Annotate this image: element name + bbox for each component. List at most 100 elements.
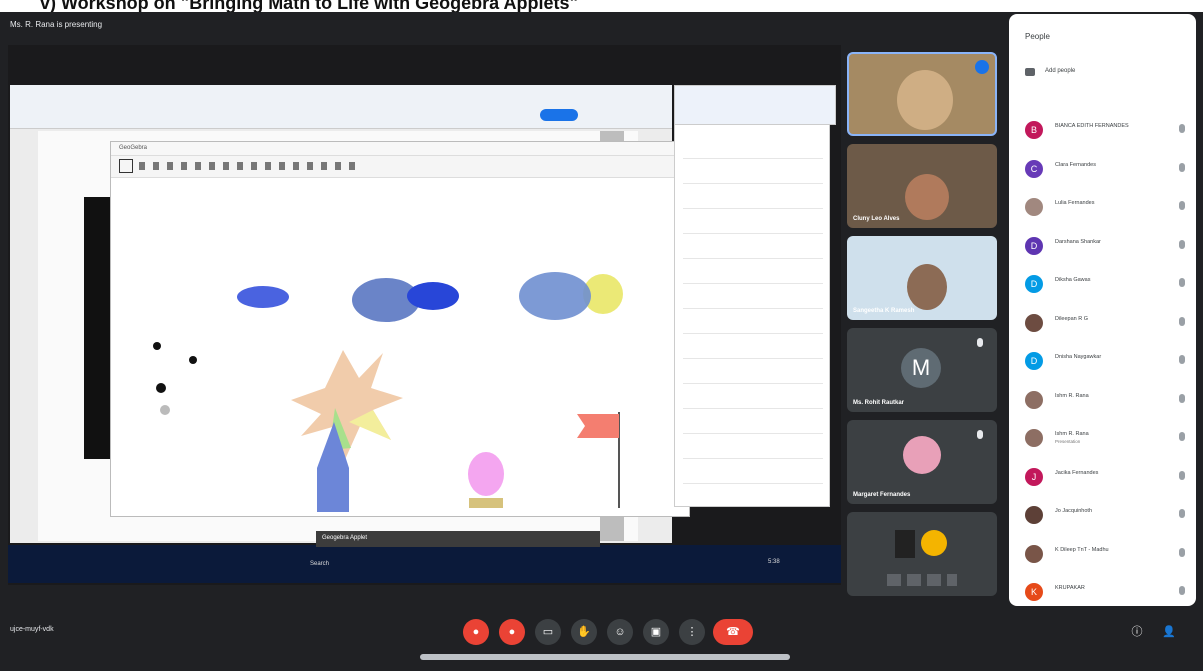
point-d[interactable]	[160, 405, 170, 415]
blue-cloud	[237, 286, 289, 308]
participant-name: Clara Fernandes	[1055, 161, 1096, 168]
tile-name: Sangeetha K Ramesh	[853, 308, 915, 314]
scrollbar[interactable]	[420, 654, 790, 660]
geogebra-title: GeoGebra	[119, 145, 148, 151]
cloud-right	[519, 272, 591, 320]
add-people-label[interactable]: Add people	[1045, 68, 1075, 74]
add-person-icon[interactable]	[1025, 68, 1035, 76]
avatar	[1025, 429, 1043, 447]
participant-row[interactable]: Ishm R. Rana	[1019, 384, 1189, 414]
participant-row[interactable]: Jo Jacquinhoth	[1019, 499, 1189, 529]
mic-icon	[1179, 432, 1185, 441]
avatar: D	[1025, 275, 1043, 293]
toolbar-accent-button[interactable]	[540, 109, 578, 121]
mic-off-button[interactable]: ●	[463, 619, 489, 645]
geogebra-window: GeoGebra	[110, 141, 690, 517]
participant-name: KRUPAKAR	[1055, 585, 1085, 591]
speaking-indicator-icon	[975, 60, 989, 74]
avatar	[903, 436, 941, 474]
participant-row[interactable]: C Clara Fernandes	[1019, 153, 1189, 183]
participant-name: Dileepan R G	[1055, 315, 1089, 322]
geogebra-titlebar: GeoGebra	[111, 142, 689, 156]
video-tile-1[interactable]	[847, 52, 997, 136]
participant-video	[897, 70, 953, 130]
participant-name: Jo Jacquinhoth	[1055, 508, 1092, 514]
captions-button[interactable]: ▭	[535, 619, 561, 645]
participant-name: Ishm R. Rana	[1055, 431, 1089, 437]
avatar: B	[1025, 121, 1043, 139]
shared-browser-toolbar	[674, 85, 836, 125]
people-panel: People Add people B BIANCA EDITH FERNANDE…	[1009, 14, 1196, 606]
participant-row[interactable]: K Dileep TnT - Madhu	[1019, 538, 1189, 568]
point-a[interactable]	[153, 342, 161, 350]
avatar	[1025, 506, 1043, 524]
taskbar-search[interactable]: Search	[310, 561, 329, 567]
page: v) Workshop on "Bringing Math to Life wi…	[0, 0, 1203, 671]
mic-icon	[1179, 239, 1185, 249]
avatar	[1025, 544, 1043, 563]
mic-icon	[1179, 316, 1185, 326]
geogebra-canvas[interactable]	[111, 178, 689, 516]
point-b[interactable]	[189, 356, 197, 364]
raise-hand-button[interactable]: ✋	[571, 619, 597, 645]
participant-row[interactable]: K KRUPAKAR	[1019, 576, 1189, 606]
mic-icon	[1179, 509, 1185, 518]
leave-call-button[interactable]: ☎	[713, 619, 753, 645]
meeting-code-bar: ujce-muyf-vdk	[10, 626, 54, 633]
camera-off-button[interactable]: ●	[499, 619, 525, 645]
avatar: C	[1025, 159, 1043, 178]
point-c[interactable]	[156, 383, 166, 393]
present-button[interactable]: ▣	[643, 619, 669, 645]
mic-icon	[1179, 586, 1185, 595]
balloon	[468, 452, 504, 496]
mic-icon	[1179, 278, 1185, 287]
avatar	[1025, 198, 1043, 216]
info-icon[interactable]: ⓘ	[1124, 619, 1150, 645]
mic-off-icon	[977, 430, 983, 439]
mic-icon	[1179, 355, 1185, 364]
participant-name: K Dileep TnT - Madhu	[1055, 546, 1109, 553]
participant-row[interactable]: Ishm R. Rana Presentation	[1019, 422, 1189, 452]
avatar: K	[1025, 583, 1043, 601]
tool-icons-row[interactable]	[139, 162, 359, 170]
shared-screen: GeoGebra Search 5:38 Geogebra Applet	[8, 45, 841, 585]
participant-name: Lulia Fernandes	[1055, 200, 1095, 206]
avatar: M	[901, 348, 941, 388]
tile-controls[interactable]	[887, 574, 957, 586]
mic-icon	[1179, 547, 1185, 557]
self-view-tile[interactable]	[847, 512, 997, 596]
more-options-button[interactable]: ⋮	[679, 619, 705, 645]
taskbar-tooltip: Geogebra Applet	[316, 531, 600, 547]
balloon-basket	[469, 498, 503, 508]
flag	[577, 414, 619, 438]
participant-row[interactable]: Dileepan R G	[1019, 307, 1189, 337]
people-title: People	[1025, 32, 1050, 41]
pdf-toolbar	[10, 85, 672, 129]
video-tile-3[interactable]: Sangeetha K Ramesh	[847, 236, 997, 320]
mic-icon	[1179, 393, 1185, 403]
people-icon[interactable]: 👤	[1156, 619, 1182, 645]
presenting-label: Ms. R. Rana is presenting	[10, 20, 103, 29]
participant-name: BIANCA EDITH FERNANDES	[1055, 123, 1129, 129]
participant-name: Ishm R. Rana	[1055, 392, 1089, 399]
participant-row[interactable]: D Dnisha Naygawkar	[1019, 345, 1189, 375]
shared-participant-list	[674, 123, 830, 507]
avatar: D	[1025, 236, 1043, 255]
geogebra-toolbar	[111, 156, 689, 178]
video-tile-4[interactable]: M Ms. Rohit Rautkar	[847, 328, 997, 412]
participant-row[interactable]: Lulia Fernandes	[1019, 191, 1189, 221]
mic-icon	[1179, 162, 1185, 172]
participant-row[interactable]: D Darshana Shankar	[1019, 230, 1189, 260]
video-tile-2[interactable]: Cluny Leo Alves	[847, 144, 997, 228]
list-rows	[683, 144, 823, 494]
participant-row[interactable]: D Diksha Gawas	[1019, 268, 1189, 298]
emoji-button[interactable]: ☺	[607, 619, 633, 645]
move-tool-icon[interactable]	[119, 159, 133, 173]
participant-row[interactable]: B BIANCA EDITH FERNANDES	[1019, 114, 1189, 144]
participant-row[interactable]: J Jacika Fernandes	[1019, 461, 1189, 491]
mic-icon	[1179, 124, 1185, 133]
video-tile-5[interactable]: Margaret Fernandes	[847, 420, 997, 504]
avatar: J	[1025, 467, 1043, 486]
meeting-code: ujce-muyf-vdk	[10, 626, 54, 633]
mic-off-icon	[977, 338, 983, 347]
